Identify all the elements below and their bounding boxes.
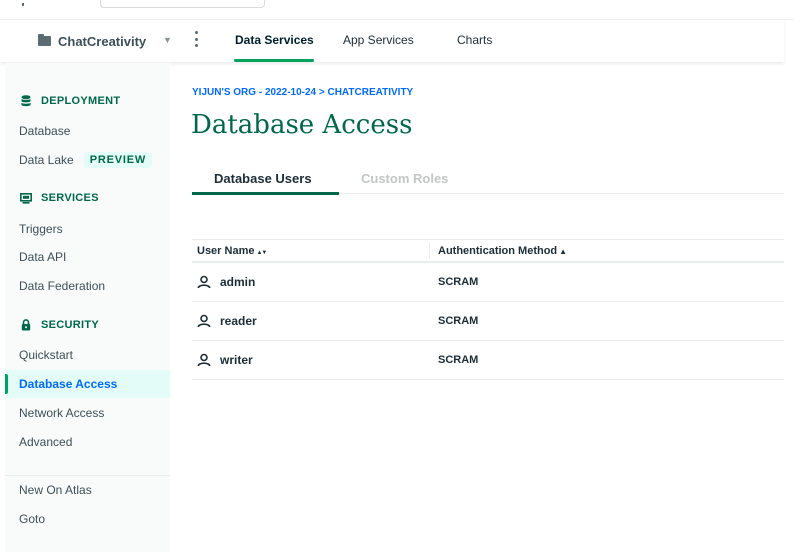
user-name: writer [220, 353, 253, 367]
active-tab-indicator [234, 59, 314, 62]
auth-method: SCRAM [438, 315, 479, 327]
sidebar-item-new-on-atlas[interactable]: New On Atlas [5, 476, 170, 504]
tab-app-services[interactable]: App Services [343, 33, 414, 47]
sidebar-item-label: Data Federation [19, 279, 106, 293]
user-cell: admin [197, 275, 255, 289]
sidebar-item-database[interactable]: Database [5, 117, 170, 145]
section-services: SERVICES [19, 192, 99, 204]
table-header: User Name ▲▼ Authentication Method ▲ [192, 239, 784, 263]
table-row[interactable]: writer SCRAM [192, 341, 784, 380]
chevron-down-icon[interactable]: ▼ [163, 35, 172, 45]
top-strip [0, 0, 794, 20]
column-user-name[interactable]: User Name ▲▼ [197, 245, 267, 257]
tab-data-services[interactable]: Data Services [235, 33, 314, 47]
auth-method: SCRAM [438, 276, 479, 288]
users-table: User Name ▲▼ Authentication Method ▲ admin… [192, 239, 784, 380]
sidebar-item-data-lake[interactable]: Data Lake PREVIEW [5, 146, 170, 174]
sidebar-item-label: Triggers [19, 222, 63, 236]
folder-icon [38, 34, 51, 46]
person-icon [197, 314, 211, 328]
monitor-icon [19, 192, 33, 204]
lock-icon [19, 319, 33, 331]
sidebar-item-label: Advanced [19, 435, 73, 449]
sidebar-item-label: Quickstart [19, 348, 74, 362]
user-name: admin [220, 275, 256, 289]
sidebar-item-database-access[interactable]: Database Access [5, 370, 170, 398]
top-search-stub[interactable] [100, 0, 265, 8]
sidebar-item-network-access[interactable]: Network Access [5, 399, 170, 427]
breadcrumb[interactable]: YIJUN'S ORG - 2022-10-24 > CHATCREATIVIT… [192, 87, 413, 98]
sort-ascending-icon[interactable]: ▲ [559, 247, 567, 256]
sidebar-item-goto[interactable]: Goto [5, 505, 170, 533]
tab-charts[interactable]: Charts [457, 33, 492, 47]
project-name: ChatCreativity [58, 33, 147, 49]
section-deployment: DEPLOYMENT [19, 95, 120, 107]
sidebar-item-label: Goto [19, 512, 46, 526]
project-selector[interactable]: ChatCreativity [38, 33, 146, 49]
tab-custom-roles[interactable]: Custom Roles [361, 171, 448, 186]
preview-badge: PREVIEW [83, 152, 153, 168]
sidebar-item-label: New On Atlas [19, 483, 92, 497]
kebab-menu-icon[interactable] [194, 31, 198, 47]
sidebar-item-triggers[interactable]: Triggers [5, 215, 170, 243]
auth-method: SCRAM [438, 354, 479, 366]
table-row[interactable]: reader SCRAM [192, 302, 784, 341]
column-authentication-method[interactable]: Authentication Method ▲ [438, 245, 567, 257]
sidebar: DEPLOYMENT Database Data Lake PREVIEW SE… [5, 63, 170, 552]
sidebar-item-advanced[interactable]: Advanced [5, 428, 170, 456]
sidebar-item-label: Database Access [19, 377, 118, 391]
user-cell: reader [197, 314, 257, 328]
user-name: reader [220, 314, 257, 328]
tab-database-users[interactable]: Database Users [214, 171, 312, 186]
user-cell: writer [197, 353, 253, 367]
page-title: Database Access [191, 110, 413, 140]
sidebar-item-data-federation[interactable]: Data Federation [5, 272, 170, 300]
sidebar-item-quickstart[interactable]: Quickstart [5, 341, 170, 369]
top-strip-mark [22, 3, 24, 6]
sort-icon[interactable]: ▲▼ [256, 250, 267, 256]
section-title: SECURITY [41, 319, 100, 331]
person-icon [197, 353, 211, 367]
column-divider[interactable] [429, 243, 430, 259]
database-stack-icon [19, 95, 33, 107]
column-label: Authentication Method [438, 245, 558, 257]
project-bar: ChatCreativity ▼ Data Services App Servi… [0, 20, 784, 62]
section-security: SECURITY [19, 319, 99, 331]
sidebar-item-label: Network Access [19, 406, 105, 420]
active-subtab-indicator [192, 192, 339, 195]
column-label: User Name [197, 245, 255, 257]
sidebar-item-data-api[interactable]: Data API [5, 243, 170, 271]
sidebar-item-label: Data Lake [19, 153, 74, 167]
section-title: SERVICES [41, 192, 99, 204]
sidebar-item-label: Data API [19, 250, 67, 264]
section-title: DEPLOYMENT [41, 95, 121, 107]
sidebar-item-label: Database [19, 124, 71, 138]
table-row[interactable]: admin SCRAM [192, 263, 784, 302]
person-icon [197, 275, 211, 289]
